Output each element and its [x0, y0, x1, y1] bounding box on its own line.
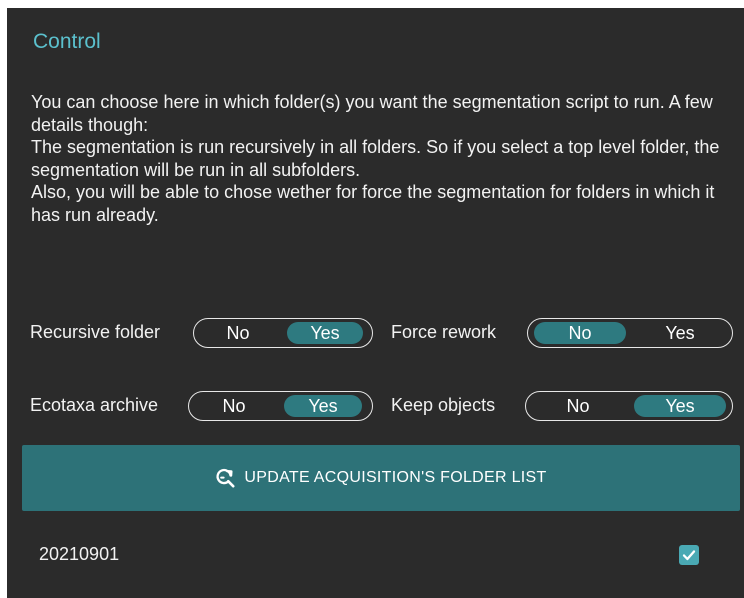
update-folder-list-label: UPDATE ACQUISITION'S FOLDER LIST: [244, 469, 547, 486]
update-folder-list-button[interactable]: UPDATE ACQUISITION'S FOLDER LIST: [22, 445, 740, 511]
ecotaxa-archive-toggle[interactable]: No Yes: [188, 391, 373, 421]
recursive-folder-toggle[interactable]: No Yes: [193, 318, 373, 348]
description-paragraph: Also, you will be able to chose wether f…: [31, 182, 715, 225]
force-rework-no-option[interactable]: No: [534, 322, 626, 344]
checkmark-icon: [682, 550, 696, 561]
recursive-folder-label: Recursive folder: [30, 322, 161, 342]
panel-description: You can choose here in which folder(s) y…: [31, 91, 731, 226]
panel-title: Control: [33, 30, 101, 53]
force-rework-yes-option[interactable]: Yes: [634, 322, 726, 344]
keep-objects-label: Keep objects: [391, 395, 496, 415]
force-rework-label: Force rework: [391, 322, 497, 342]
keep-objects-no-option[interactable]: No: [532, 395, 624, 417]
keep-objects-yes-option[interactable]: Yes: [634, 395, 726, 417]
ecotaxa-archive-no-option[interactable]: No: [195, 395, 273, 417]
force-rework-toggle[interactable]: No Yes: [527, 318, 733, 348]
keep-objects-toggle[interactable]: No Yes: [525, 391, 733, 421]
recursive-folder-no-option[interactable]: No: [200, 322, 276, 344]
description-paragraph: You can choose here in which folder(s) y…: [31, 92, 713, 135]
folder-list-item[interactable]: 20210901: [22, 528, 722, 578]
ecotaxa-archive-yes-option[interactable]: Yes: [284, 395, 362, 417]
description-paragraph: The segmentation is run recursively in a…: [31, 137, 720, 180]
recursive-folder-yes-option[interactable]: Yes: [287, 322, 363, 344]
ecotaxa-archive-label: Ecotaxa archive: [30, 395, 159, 415]
folder-name: 20210901: [39, 544, 120, 564]
control-panel: Control You can choose here in which fol…: [7, 8, 744, 598]
refresh-search-icon: [216, 468, 235, 488]
folder-checkbox[interactable]: [679, 545, 699, 565]
